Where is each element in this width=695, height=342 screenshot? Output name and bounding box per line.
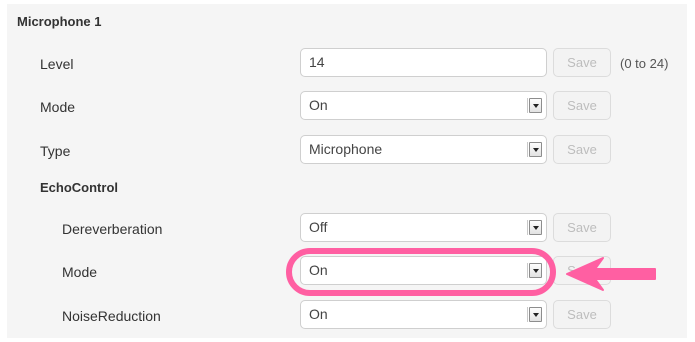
- chevron-down-icon[interactable]: [527, 142, 542, 157]
- type-select[interactable]: Microphone: [300, 135, 547, 164]
- noisereduction-select[interactable]: On: [300, 300, 547, 329]
- mode-save-button[interactable]: Save: [553, 91, 611, 120]
- level-value: 14: [309, 54, 325, 70]
- dereverberation-label: Dereverberation: [62, 221, 163, 237]
- highlight-ring: [286, 248, 556, 296]
- chevron-down-icon[interactable]: [527, 98, 542, 113]
- type-value: Microphone: [309, 141, 383, 157]
- section-title: Microphone 1: [17, 14, 102, 29]
- chevron-down-icon[interactable]: [527, 307, 542, 322]
- mode-select[interactable]: On: [300, 91, 547, 120]
- chevron-down-icon[interactable]: [527, 220, 542, 235]
- noisereduction-save-button[interactable]: Save: [553, 300, 611, 329]
- echocontrol-title: EchoControl: [40, 180, 118, 195]
- echo-mode-label: Mode: [62, 264, 98, 280]
- dereverberation-select[interactable]: Off: [300, 213, 547, 242]
- level-save-button[interactable]: Save: [553, 48, 611, 77]
- mode-label: Mode: [40, 99, 76, 115]
- noisereduction-label: NoiseReduction: [62, 308, 161, 324]
- dereverberation-value: Off: [309, 219, 328, 235]
- level-range-note: (0 to 24): [620, 56, 669, 71]
- mode-value: On: [309, 97, 328, 113]
- type-label: Type: [40, 143, 71, 159]
- level-label: Level: [40, 56, 74, 72]
- type-save-button[interactable]: Save: [553, 135, 611, 164]
- dereverberation-save-button[interactable]: Save: [553, 213, 611, 242]
- arrow-left-icon: [566, 257, 656, 291]
- noisereduction-value: On: [309, 306, 328, 322]
- level-input[interactable]: 14: [300, 48, 547, 77]
